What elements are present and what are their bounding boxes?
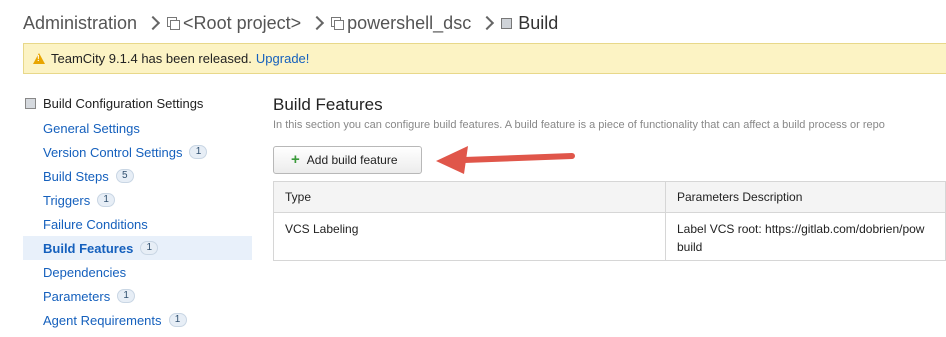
sidebar-item-label: Agent Requirements bbox=[43, 312, 162, 328]
breadcrumb-administration[interactable]: Administration bbox=[23, 13, 137, 34]
breadcrumb-label: <Root project> bbox=[183, 12, 302, 33]
feature-type-cell[interactable]: VCS Labeling bbox=[273, 212, 666, 261]
column-header-parameters: Parameters Description bbox=[665, 181, 946, 213]
add-button-label: Add build feature bbox=[306, 153, 398, 167]
count-badge: 1 bbox=[97, 193, 116, 207]
sidebar-item-label: Version Control Settings bbox=[43, 144, 183, 160]
settings-sidebar: Build Configuration Settings General Set… bbox=[23, 92, 252, 332]
sidebar-item-failure-conditions[interactable]: Failure Conditions bbox=[23, 212, 252, 236]
table-header-row: Type Parameters Description bbox=[273, 181, 946, 213]
warning-icon bbox=[33, 53, 45, 64]
build-features-table: Type Parameters Description VCS Labeling… bbox=[273, 181, 946, 261]
count-badge: 1 bbox=[117, 289, 136, 303]
sidebar-item-label: Triggers bbox=[43, 192, 91, 208]
sidebar-item-label: Build Features bbox=[43, 240, 134, 256]
plus-icon: + bbox=[291, 151, 300, 168]
build-config-icon bbox=[25, 97, 36, 109]
count-badge: 1 bbox=[140, 241, 159, 255]
sidebar-item-general-settings[interactable]: General Settings bbox=[23, 116, 252, 140]
chevron-right-icon bbox=[482, 16, 492, 30]
add-build-feature-button[interactable]: + Add build feature bbox=[273, 146, 422, 174]
sidebar-title-label: Build Configuration Settings bbox=[43, 95, 204, 111]
breadcrumb-label: Administration bbox=[23, 12, 138, 33]
sidebar-item-agent-requirements[interactable]: Agent Requirements 1 bbox=[23, 308, 252, 332]
count-badge: 5 bbox=[115, 169, 134, 183]
count-badge: 1 bbox=[189, 145, 208, 159]
feature-params-cell[interactable]: Label VCS root: https://gitlab.com/dobri… bbox=[665, 212, 946, 261]
count-badge: 1 bbox=[168, 313, 187, 327]
breadcrumb-build[interactable]: Build bbox=[501, 13, 558, 34]
sidebar-item-build-steps[interactable]: Build Steps 5 bbox=[23, 164, 252, 188]
sidebar-item-triggers[interactable]: Triggers 1 bbox=[23, 188, 252, 212]
notice-text: TeamCity 9.1.4 has been released. bbox=[51, 51, 252, 66]
column-header-type: Type bbox=[273, 181, 666, 213]
project-icon bbox=[167, 17, 181, 30]
chevron-right-icon bbox=[312, 16, 322, 30]
sidebar-item-label: Dependencies bbox=[43, 264, 127, 280]
sidebar-item-label: Failure Conditions bbox=[43, 216, 148, 232]
sidebar-item-label: General Settings bbox=[43, 120, 140, 136]
table-row[interactable]: VCS Labeling Label VCS root: https://git… bbox=[273, 212, 946, 261]
page-title: Build Features bbox=[273, 95, 383, 114]
breadcrumb: Administration <Root project> powershell… bbox=[23, 10, 558, 36]
sidebar-item-build-features[interactable]: Build Features 1 bbox=[23, 236, 252, 260]
sidebar-item-dependencies[interactable]: Dependencies bbox=[23, 260, 252, 284]
sidebar-item-version-control-settings[interactable]: Version Control Settings 1 bbox=[23, 140, 252, 164]
sidebar-item-parameters[interactable]: Parameters 1 bbox=[23, 284, 252, 308]
project-icon bbox=[331, 17, 345, 30]
annotation-arrow-icon bbox=[436, 146, 575, 174]
sidebar-title: Build Configuration Settings bbox=[23, 92, 252, 114]
sidebar-item-label: Parameters bbox=[43, 288, 111, 304]
build-config-icon bbox=[501, 17, 513, 29]
breadcrumb-root-project[interactable]: <Root project> bbox=[167, 13, 301, 34]
sidebar-item-label: Build Steps bbox=[43, 168, 109, 184]
breadcrumb-label: Build bbox=[518, 12, 559, 33]
main-content: Build Features In this section you can c… bbox=[273, 94, 946, 261]
page-description: In this section you can configure build … bbox=[273, 119, 885, 131]
upgrade-link[interactable]: Upgrade! bbox=[256, 51, 309, 66]
breadcrumb-project[interactable]: powershell_dsc bbox=[331, 13, 471, 34]
update-notice: TeamCity 9.1.4 has been released. Upgrad… bbox=[23, 43, 946, 74]
breadcrumb-label: powershell_dsc bbox=[347, 12, 472, 33]
chevron-right-icon bbox=[148, 16, 158, 30]
